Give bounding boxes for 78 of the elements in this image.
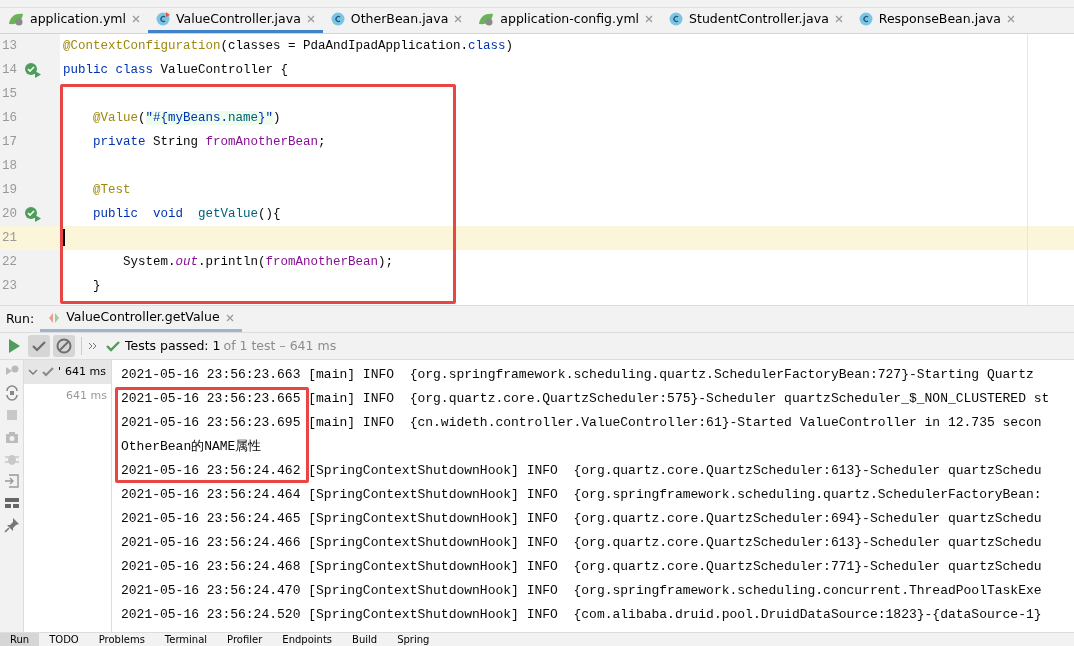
tool-window-tab[interactable]: Spring: [387, 633, 440, 646]
check-icon: [106, 340, 120, 352]
line-number: 21: [1, 230, 18, 247]
console-line: 2021-05-16 23:56:24.520 [SpringContextShutdownHook] INFO {com.alibaba.druid.pool.DruidDataSource:1823}-{dataSource-1}: [121, 606, 1043, 624]
file-tab[interactable]: application-config.yml: [470, 8, 662, 33]
run-test-icon[interactable]: [24, 62, 42, 78]
test-name: ': [58, 363, 62, 380]
line-number: 19: [1, 182, 18, 199]
tool-window-tab[interactable]: Terminal: [154, 633, 218, 646]
test-run-icon: [48, 311, 61, 324]
console-line: 2021-05-16 23:56:24.466 [SpringContextShutdownHook] INFO {org.quartz.core.QuartzScheduler:613}-Scheduler quartzSchedu: [121, 534, 1043, 552]
code-line: }: [92, 279, 101, 293]
file-tab[interactable]: ValueController.java: [148, 8, 323, 33]
line-number: 14: [1, 62, 18, 79]
code-line: @ContextConfiguration(classes = PdaAndIpadApplication.class): [63, 39, 514, 53]
tool-window-tab[interactable]: Problems: [88, 633, 155, 646]
line-number: 23: [1, 278, 18, 295]
close-icon: [454, 15, 463, 23]
line-number: 15: [1, 86, 18, 103]
code-line: public class ValueController {: [63, 63, 289, 77]
leaf-icon: [478, 12, 495, 26]
console-line: 2021-05-16 23:56:24.464 [SpringContextShutdownHook] INFO {org.springframework.scheduling.quartz.SchedulerFactoryBean:: [121, 486, 1043, 504]
class-icon: [858, 12, 873, 26]
tool-window-tab[interactable]: Run: [0, 633, 40, 646]
check-icon: [42, 367, 54, 377]
class-icon: [330, 12, 345, 26]
console-line: 2021-05-16 23:56:24.462 [SpringContextShutdownHook] INFO {org.quartz.core.QuartzScheduler:613}-Scheduler quartzSchedu: [121, 462, 1043, 480]
tool-window-title: Run:: [5, 309, 36, 328]
tool-window-tab[interactable]: Profiler: [217, 633, 273, 646]
file-tab[interactable]: application.yml: [0, 8, 148, 33]
console-line: 2021-05-16 23:56:23.665 [main] INFO {org.quartz.core.QuartzScheduler:575}-Scheduler quartzScheduler_$_NON_CLUSTERED st: [121, 390, 1051, 408]
test-detail: of 1 test – 641 ms: [223, 336, 337, 355]
tool-window-tab[interactable]: Endpoints: [272, 633, 343, 646]
tool-window-tab[interactable]: Build: [342, 633, 388, 646]
console-line: 2021-05-16 23:56:24.470 [SpringContextShutdownHook] INFO {org.springframework.scheduling.concurrent.ThreadPoolTaskExe: [121, 582, 1043, 600]
line-number: 16: [1, 110, 18, 127]
layout-icon[interactable]: [3, 495, 20, 511]
class-icon: [156, 12, 170, 26]
console-line: OtherBean的NAME属性: [121, 438, 263, 456]
expand-icon: [88, 341, 98, 351]
file-tab[interactable]: ResponseBean.java: [850, 8, 1023, 33]
test-status: Tests passed: 1: [125, 336, 221, 355]
text-cursor: [63, 229, 65, 247]
code-line: @Test: [92, 183, 131, 197]
close-icon: [834, 15, 843, 23]
show-passed-button[interactable]: [28, 335, 50, 357]
code-line: @Value("#{myBeans.name}"): [92, 111, 281, 125]
line-number: 17: [1, 134, 18, 151]
code-line: public void getValue(){: [92, 207, 281, 221]
close-icon: [225, 313, 234, 322]
tool-window-tab[interactable]: TODO: [39, 633, 89, 646]
line-number: 22: [1, 254, 18, 271]
console-line: 2021-05-16 23:56:23.695 [main] INFO {cn.wideth.controller.ValueController:61}-Started ValueController in 12.735 secon: [121, 414, 1043, 432]
close-icon: [132, 15, 140, 23]
test-tree-row[interactable]: ' 641 ms: [24, 360, 111, 384]
file-tab[interactable]: OtherBean.java: [322, 8, 471, 33]
close-icon: [306, 15, 315, 23]
close-icon: [645, 15, 654, 23]
code-line: private String fromAnotherBean;: [92, 135, 326, 149]
console-line: 2021-05-16 23:56:24.465 [SpringContextShutdownHook] INFO {org.quartz.core.QuartzScheduler:694}-Scheduler quartzSchedu: [121, 510, 1043, 528]
pin-icon[interactable]: [3, 517, 20, 533]
close-icon: [1006, 15, 1015, 23]
run-test-icon[interactable]: [24, 206, 42, 222]
console-line: 2021-05-16 23:56:24.468 [SpringContextShutdownHook] INFO {org.quartz.core.QuartzScheduler:771}-Scheduler quartzSchedu: [121, 558, 1043, 576]
line-number: 13: [1, 38, 18, 55]
line-number: 20: [1, 206, 18, 223]
code-line: System.out.println(fromAnotherBean);: [122, 255, 394, 269]
line-number: 18: [1, 158, 18, 175]
console-line: 2021-05-16 23:56:23.663 [main] INFO {org.springframework.scheduling.quartz.SchedulerFactoryBean:727}-Starting Quartz: [121, 366, 1035, 384]
toggle-icon[interactable]: [3, 385, 20, 401]
class-icon: [669, 12, 684, 26]
camera-icon[interactable]: [3, 429, 20, 445]
file-tab[interactable]: StudentController.java: [661, 8, 851, 33]
leaf-icon: [8, 12, 24, 26]
test-time: 641 ms: [65, 363, 106, 380]
show-ignored-button[interactable]: [53, 335, 75, 357]
test-time: 641 ms: [66, 387, 107, 404]
import-icon[interactable]: [3, 473, 20, 489]
